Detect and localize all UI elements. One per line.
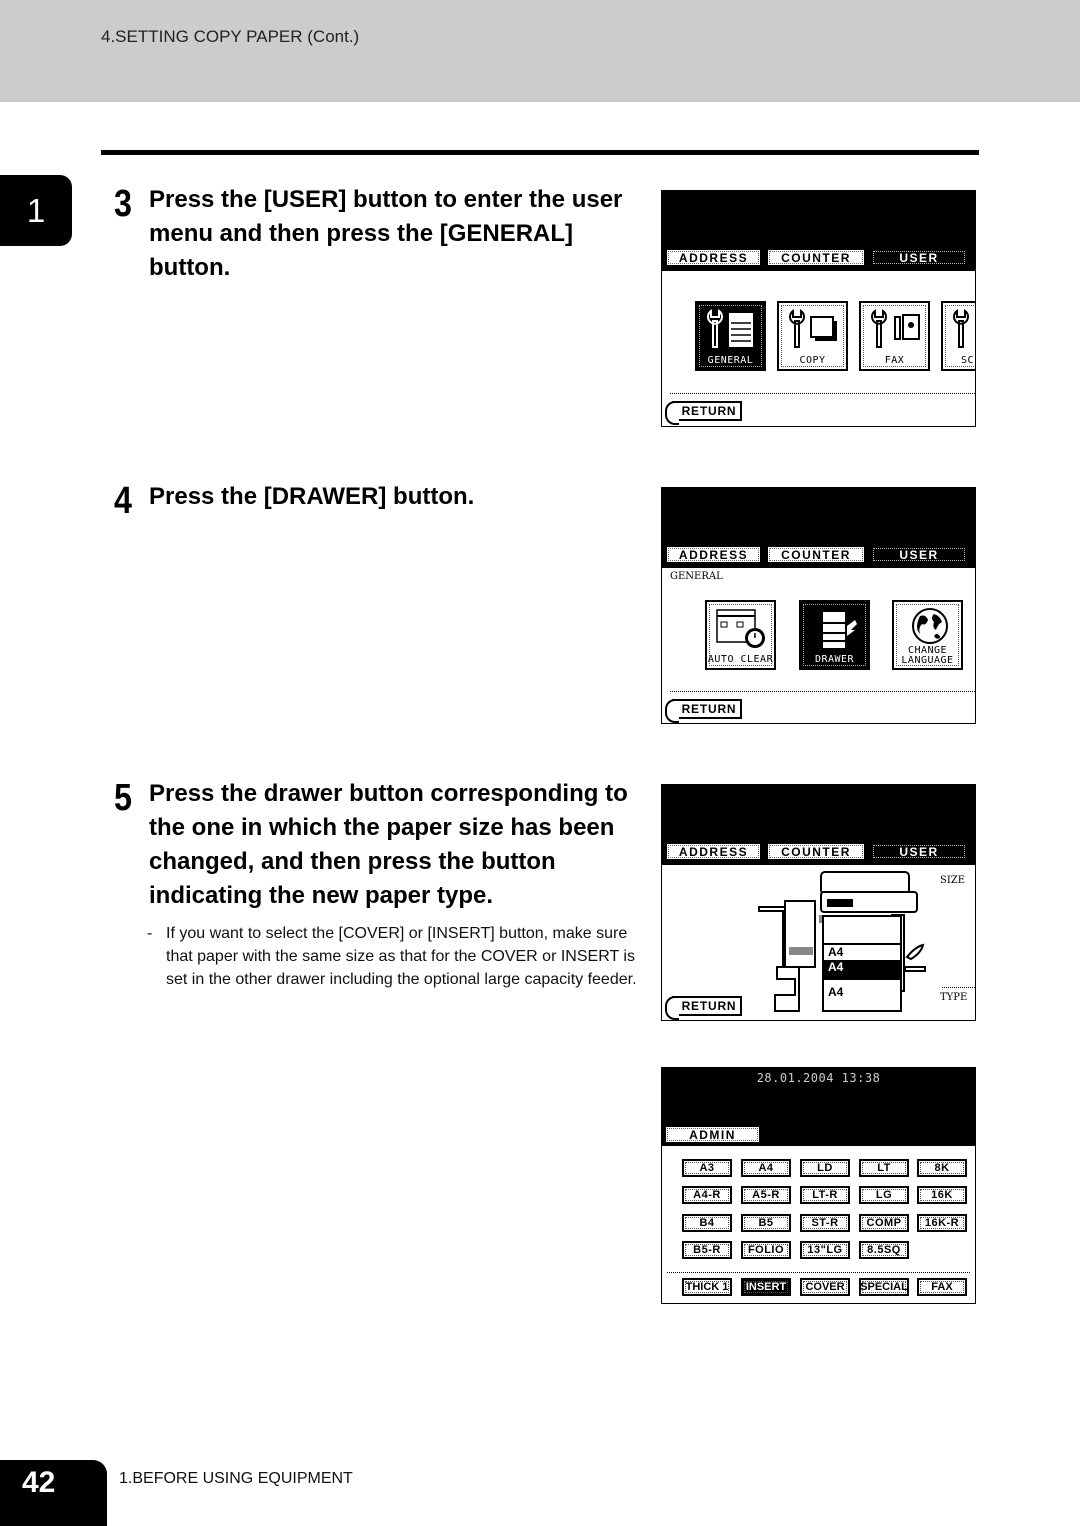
fax-label: FAX — [884, 355, 905, 366]
wrench-fax-icon — [871, 309, 920, 348]
paper-size-button[interactable]: A3 — [682, 1159, 732, 1177]
screen-body: SIZE TYPE A4 A4 A4 RETURN — [662, 865, 975, 1020]
paper-size-button[interactable]: 16K-R — [917, 1214, 967, 1232]
paper-size-button[interactable]: LT-R — [800, 1186, 850, 1204]
screen-body: GENERAL COPY FAX SC RETURN — [662, 271, 975, 426]
return-button[interactable]: RETURN — [665, 699, 742, 723]
paper-type-button[interactable]: SPECIAL — [859, 1278, 909, 1296]
paper-size-button[interactable]: B4 — [682, 1214, 732, 1232]
drawer-icon — [823, 612, 857, 648]
wrench-scan-icon — [953, 309, 969, 348]
general-label: GENERAL — [707, 355, 754, 366]
paper-type-button[interactable]: THICK 1 — [682, 1278, 732, 1296]
paper-size-button[interactable]: 8K — [917, 1159, 967, 1177]
tab-admin[interactable]: ADMIN — [664, 1125, 761, 1144]
screen-header: 28.01.2004 13:38 ADMIN — [662, 1068, 975, 1146]
paper-type-button[interactable]: COVER — [800, 1278, 850, 1296]
screen-drawer-select: ADDRESS COUNTER USER SIZE TYPE A4 A4 A4 … — [661, 784, 976, 1021]
fax-button[interactable]: FAX — [859, 301, 930, 371]
tab-user[interactable]: USER — [870, 842, 968, 861]
return-button[interactable]: RETURN — [665, 996, 742, 1020]
screen-header — [662, 488, 975, 544]
screen-user-menu: ADDRESS COUNTER USER GENERAL COPY FAX SC… — [661, 190, 976, 427]
note-bullet: - — [147, 925, 153, 942]
step-number: 3 — [114, 183, 132, 225]
drawer-label: DRAWER — [814, 654, 855, 665]
page-number: 42 — [22, 1466, 56, 1499]
copy-button[interactable]: COPY — [777, 301, 848, 371]
paper-size-button[interactable]: B5-R — [682, 1241, 732, 1259]
dotted-divider — [670, 393, 975, 394]
tab-counter[interactable]: COUNTER — [766, 842, 866, 861]
paper-size-button[interactable]: 13"LG — [800, 1241, 850, 1259]
step-instruction: Press the drawer button corresponding to… — [149, 780, 628, 909]
dotted-divider — [667, 1272, 970, 1273]
screen-header — [662, 191, 975, 247]
screen-paper-type: 28.01.2004 13:38 ADMIN A3 A4 LD LT 8K A4-R A5-… — [661, 1067, 976, 1304]
footer-section: 1.BEFORE USING EQUIPMENT — [119, 1470, 353, 1487]
copy-label: COPY — [799, 355, 826, 366]
note-text: If you want to select the [COVER] or [IN… — [166, 925, 637, 988]
paper-size-button[interactable]: 16K — [917, 1186, 967, 1204]
paper-size-button[interactable]: 8.5SQ — [859, 1241, 909, 1259]
paper-size-button[interactable]: A5-R — [741, 1186, 791, 1204]
chapter-tab: 1 — [0, 175, 72, 246]
screen-general-menu: ADDRESS COUNTER USER GENERAL AUTO CLEAR — [661, 487, 976, 724]
menu-title: GENERAL — [670, 571, 723, 582]
tab-row: ADDRESS COUNTER USER — [665, 248, 968, 267]
return-button[interactable]: RETURN — [665, 401, 742, 425]
paper-size-button[interactable]: A4-R — [682, 1186, 732, 1204]
auto-clear-button[interactable]: AUTO CLEAR — [705, 600, 776, 670]
tab-address[interactable]: ADDRESS — [665, 842, 762, 861]
change-language-label: CHANGE LANGUAGE — [894, 646, 961, 666]
drawer-2-button[interactable]: A4 — [824, 960, 900, 978]
scan-label: SC — [961, 355, 975, 366]
drawer-stack: A4 A4 A4 — [822, 915, 902, 1012]
tab-counter[interactable]: COUNTER — [766, 545, 866, 564]
drawer-button[interactable]: DRAWER — [799, 600, 870, 670]
drawer-1-button[interactable]: A4 — [824, 943, 900, 960]
step-number: 5 — [114, 777, 132, 819]
bypass-area — [824, 917, 900, 943]
drawer-3-button[interactable]: A4 — [824, 978, 900, 1010]
screen-body: GENERAL AUTO CLEAR DRAWER CHANGE LANGUAG… — [662, 568, 975, 723]
paper-size-button[interactable]: B5 — [741, 1214, 791, 1232]
section-title: 4.SETTING COPY PAPER (Cont.) — [101, 27, 360, 46]
tab-user[interactable]: USER — [870, 248, 968, 267]
step-note: - If you want to select the [COVER] or [… — [147, 922, 647, 991]
wrench-copy-icon — [789, 309, 837, 348]
paper-size-button[interactable]: LT — [859, 1159, 909, 1177]
section-divider — [101, 150, 979, 155]
tab-address[interactable]: ADDRESS — [665, 545, 762, 564]
paper-size-button[interactable]: LG — [859, 1186, 909, 1204]
paper-size-button[interactable]: COMP — [859, 1214, 909, 1232]
general-button[interactable]: GENERAL — [695, 301, 766, 371]
step-instruction: Press the [USER] button to enter the use… — [149, 186, 623, 281]
label-line-2: LANGUAGE — [901, 655, 954, 666]
header-band — [0, 0, 1080, 102]
step-instruction: Press the [DRAWER] button. — [149, 483, 475, 510]
dotted-divider — [670, 691, 975, 692]
paper-type-button[interactable]: INSERT — [741, 1278, 791, 1296]
paper-type-button[interactable]: FAX — [917, 1278, 967, 1296]
scan-button[interactable]: SC — [941, 301, 975, 371]
screen-header — [662, 785, 975, 841]
tab-row: ADDRESS COUNTER USER — [665, 545, 968, 564]
tab-address[interactable]: ADDRESS — [665, 248, 762, 267]
datetime: 28.01.2004 13:38 — [756, 1071, 881, 1085]
timer-icon — [716, 609, 765, 648]
auto-clear-label: AUTO CLEAR — [707, 654, 774, 665]
paper-size-button[interactable]: A4 — [741, 1159, 791, 1177]
paper-size-button[interactable]: ST-R — [800, 1214, 850, 1232]
step-number: 4 — [114, 480, 132, 522]
paper-size-button[interactable]: FOLIO — [741, 1241, 791, 1259]
wrench-copier-icon — [707, 309, 753, 348]
tab-user[interactable]: USER — [870, 545, 968, 564]
change-language-button[interactable]: CHANGE LANGUAGE — [892, 600, 963, 670]
tab-counter[interactable]: COUNTER — [766, 248, 866, 267]
dotted-divider — [942, 987, 975, 988]
tab-row: ADDRESS COUNTER USER — [665, 842, 968, 861]
paper-size-button[interactable]: LD — [800, 1159, 850, 1177]
